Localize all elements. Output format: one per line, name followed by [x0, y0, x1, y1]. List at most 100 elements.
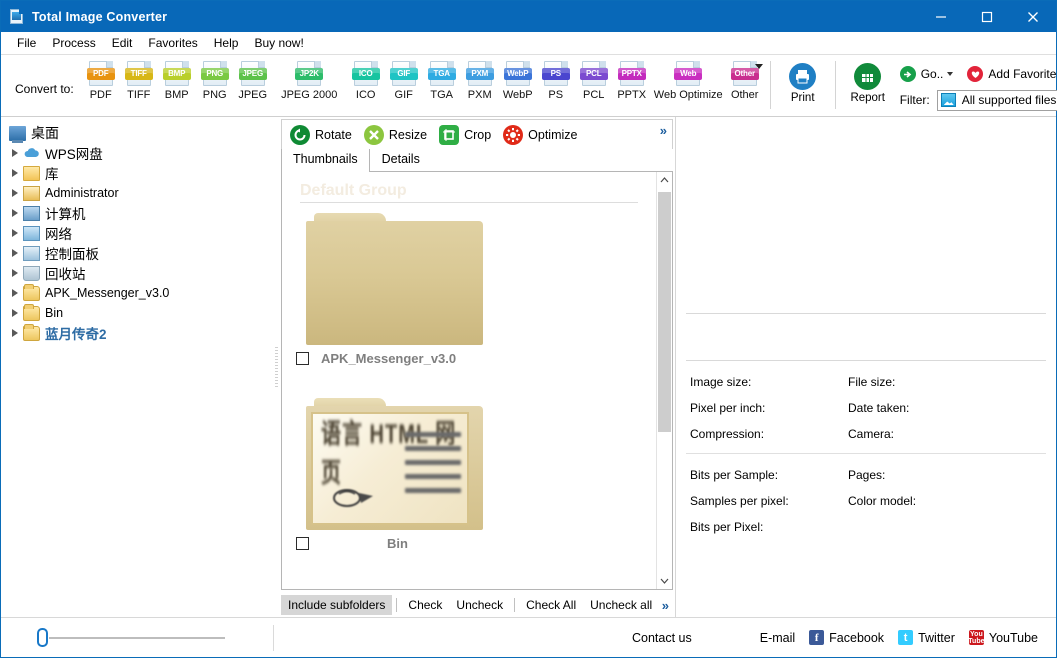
preview-lines: [405, 432, 461, 502]
format-button-pptx[interactable]: PPTX PPTX: [613, 59, 651, 102]
file-type-tag: GIF: [389, 68, 418, 80]
sidebar-item-10[interactable]: 蓝月传奇2: [1, 323, 273, 343]
format-button-bmp[interactable]: BMP BMP: [158, 59, 196, 102]
sidebar-item-2[interactable]: 库: [1, 163, 273, 183]
include-subfolders-button[interactable]: Include subfolders: [281, 595, 393, 615]
sidebar-item-9[interactable]: Bin: [1, 303, 273, 323]
go-caret-icon[interactable]: [947, 72, 954, 76]
file-type-icon: GIF: [389, 61, 418, 87]
check-button[interactable]: Check: [401, 595, 449, 615]
youtube-link[interactable]: You Tube YouTube: [968, 630, 1038, 645]
expand-arrow-icon[interactable]: [7, 149, 23, 157]
report-button[interactable]: Report: [842, 59, 894, 104]
info-field-label: Camera:: [848, 427, 895, 441]
file-type-tag: PDF: [86, 68, 115, 80]
crop-button[interactable]: Crop: [439, 124, 491, 145]
sidebar-item-1[interactable]: WPS网盘: [1, 143, 273, 163]
menu-buy-now[interactable]: Buy now!: [246, 33, 311, 53]
network-icon: [23, 225, 40, 241]
expand-arrow-icon[interactable]: [7, 169, 23, 177]
sidebar-item-0[interactable]: 桌面: [1, 123, 273, 143]
scrollbar-track[interactable]: [657, 188, 672, 573]
format-button-tga[interactable]: TGA TGA: [423, 59, 461, 102]
info-field-label: Bits per Sample:: [690, 468, 779, 482]
tab-details[interactable]: Details: [370, 148, 432, 171]
menu-help[interactable]: Help: [206, 33, 247, 53]
thumbnail-checkbox[interactable]: [296, 537, 309, 550]
check-all-button[interactable]: Check All: [519, 595, 583, 615]
expand-arrow-icon[interactable]: [7, 329, 23, 337]
slider-handle[interactable]: [37, 628, 48, 647]
scroll-down-icon[interactable]: [657, 573, 672, 589]
format-button-png[interactable]: PNG PNG: [196, 59, 234, 102]
format-button-pxm[interactable]: PXM PXM: [461, 59, 499, 102]
scrollbar-thumb[interactable]: [658, 192, 671, 432]
sidebar-item-7[interactable]: 回收站: [1, 263, 273, 283]
format-button-tiff[interactable]: TIFF TIFF: [120, 59, 158, 102]
expand-arrow-icon[interactable]: [7, 269, 23, 277]
sidebar-item-5[interactable]: 网络: [1, 223, 273, 243]
print-icon: [789, 63, 817, 90]
resize-button[interactable]: Resize: [363, 124, 428, 145]
edit-toolbar-expand-chevron-icon[interactable]: »: [660, 123, 667, 138]
format-button-ps[interactable]: PS PS: [537, 59, 575, 102]
thumbnail-size-slider[interactable]: [1, 628, 273, 647]
format-button-jp2k[interactable]: JP2K JPEG 2000: [272, 59, 347, 102]
format-button-pdf[interactable]: PDF PDF: [82, 59, 120, 102]
file-type-tag: BMP: [162, 68, 191, 80]
format-button-jpeg[interactable]: JPEG JPEG: [234, 59, 272, 102]
twitter-link[interactable]: t Twitter: [898, 630, 955, 645]
format-button-gif[interactable]: GIF GIF: [385, 59, 423, 102]
menu-edit[interactable]: Edit: [104, 33, 141, 53]
format-button-web[interactable]: Web Web Optimize: [651, 59, 726, 102]
go-button[interactable]: Go..: [899, 66, 954, 82]
sidebar-item-6[interactable]: 控制面板: [1, 243, 273, 263]
optimize-button[interactable]: Optimize: [503, 124, 577, 145]
print-button[interactable]: Print: [777, 59, 829, 104]
expand-arrow-icon[interactable]: [7, 309, 23, 317]
sidebar-item-8[interactable]: APK_Messenger_v3.0: [1, 283, 273, 303]
menu-process[interactable]: Process: [44, 33, 103, 53]
sidebar-item-3[interactable]: Administrator: [1, 183, 273, 203]
menu-file[interactable]: File: [9, 33, 44, 53]
scroll-up-icon[interactable]: [657, 172, 672, 188]
file-type-tag: PPTX: [617, 68, 646, 80]
email-link[interactable]: E-mail: [760, 631, 795, 645]
expand-arrow-icon[interactable]: [7, 189, 23, 197]
format-button-webp[interactable]: WebP WebP: [499, 59, 537, 102]
thumbnail-item[interactable]: 语言 HTML 网页 Bin: [292, 398, 646, 551]
expand-arrow-icon[interactable]: [7, 209, 23, 217]
tab-thumbnails[interactable]: Thumbnails: [281, 148, 370, 172]
resize-label: Resize: [388, 127, 428, 142]
facebook-link[interactable]: f Facebook: [809, 630, 884, 645]
format-button-ico[interactable]: ICO ICO: [347, 59, 385, 102]
thumbnail-checkbox[interactable]: [296, 352, 309, 365]
filter-combobox[interactable]: All supported files: [936, 89, 1057, 111]
thumbnail-item[interactable]: APK_Messenger_v3.0: [292, 213, 646, 366]
sidebar-item-4[interactable]: 计算机: [1, 203, 273, 223]
close-button[interactable]: [1010, 1, 1056, 32]
expand-arrow-icon[interactable]: [7, 229, 23, 237]
expand-arrow-icon[interactable]: [7, 289, 23, 297]
expand-arrow-icon[interactable]: [7, 249, 23, 257]
minimize-button[interactable]: [918, 1, 964, 32]
file-type-tag: PNG: [200, 68, 229, 80]
info-field-label: Samples per pixel:: [690, 494, 789, 508]
thumbnails-scrollbar[interactable]: [656, 172, 672, 589]
thumbnails-list: Default Group APK_Messenger_v3.0 语言 HTML…: [282, 172, 656, 589]
maximize-button[interactable]: [964, 1, 1010, 32]
selection-expand-chevron-icon[interactable]: »: [662, 598, 669, 613]
window-title: Total Image Converter: [32, 9, 168, 24]
slider-track[interactable]: [49, 636, 225, 639]
sidebar-item-label: Administrator: [45, 186, 119, 200]
format-button-pcl[interactable]: PCL PCL: [575, 59, 613, 102]
uncheck-button[interactable]: Uncheck: [449, 595, 510, 615]
add-favorite-button[interactable]: Add Favorite: [967, 66, 1056, 82]
menu-favorites[interactable]: Favorites: [140, 33, 205, 53]
contact-us-link[interactable]: Contact us: [632, 631, 692, 645]
folder-tree[interactable]: 桌面 WPS网盘库 Administrator 计算机 网络 控制面板 回收站 APK_Mes…: [1, 117, 273, 617]
format-button-other[interactable]: Other Other: [726, 59, 764, 102]
rotate-button[interactable]: Rotate: [290, 124, 352, 145]
chevron-down-icon[interactable]: [754, 64, 763, 69]
uncheck-all-button[interactable]: Uncheck all: [583, 595, 659, 615]
